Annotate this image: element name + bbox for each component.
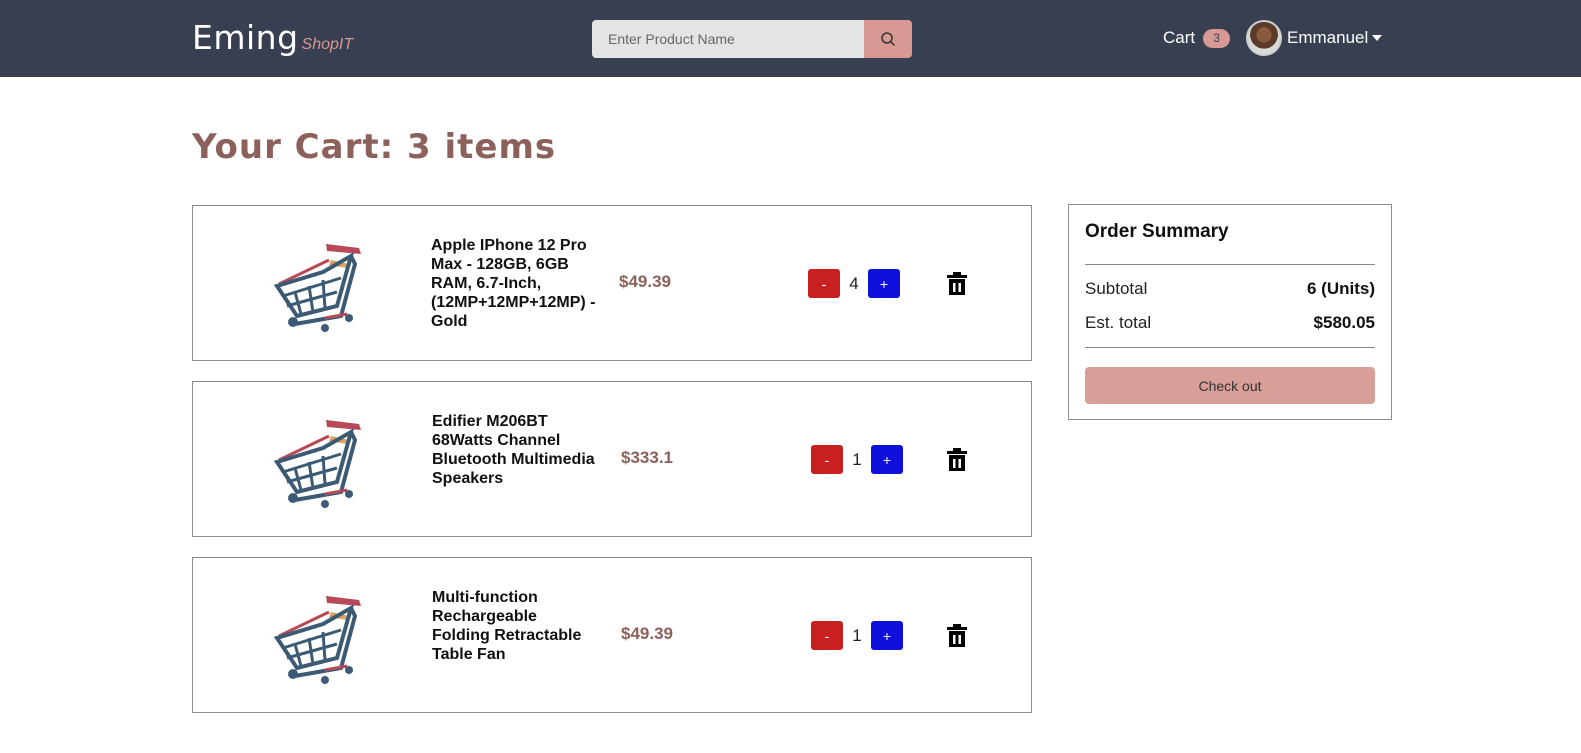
total-label: Est. total <box>1085 313 1152 332</box>
cart-item: Apple IPhone 12 Pro Max - 128GB, 6GB RAM… <box>192 205 1032 361</box>
increase-quantity-button[interactable]: + <box>868 269 900 298</box>
subtotal-value: 6 (Units) <box>1307 279 1375 298</box>
user-name: Emmanuel <box>1287 28 1369 47</box>
search-icon <box>881 32 895 46</box>
shopping-cart-icon <box>273 244 361 332</box>
quantity-stepper: - 1 + <box>811 621 903 650</box>
cart-link[interactable]: Cart 3 <box>1163 28 1231 48</box>
brand-logo[interactable]: Eming ShopIT <box>192 18 353 57</box>
item-name[interactable]: Apple IPhone 12 Pro Max - 128GB, 6GB RAM… <box>431 236 599 331</box>
shopping-cart-icon <box>273 596 361 684</box>
order-summary: Order Summary Subtotal 6 (Units) Est. to… <box>1068 204 1392 420</box>
quantity-value: 1 <box>852 449 862 469</box>
item-price: $333.1 <box>621 448 673 467</box>
cart-count-badge: 3 <box>1203 28 1231 48</box>
caret-down-icon <box>1372 35 1383 41</box>
quantity-stepper: - 1 + <box>811 445 903 474</box>
total-row: Est. total $580.05 <box>1085 313 1375 333</box>
quantity-value: 4 <box>849 273 859 293</box>
increase-quantity-button[interactable]: + <box>871 445 903 474</box>
decrease-quantity-button[interactable]: - <box>811 445 843 474</box>
quantity-stepper: - 4 + <box>808 269 900 298</box>
navbar: Eming ShopIT Cart 3 Emmanuel <box>0 0 1581 77</box>
increase-quantity-button[interactable]: + <box>871 621 903 650</box>
subtotal-row: Subtotal 6 (Units) <box>1085 279 1375 299</box>
cart-item: Multi-function Rechargeable Folding Retr… <box>192 557 1032 713</box>
search-button[interactable] <box>864 20 912 58</box>
brand-tagline: ShopIT <box>301 36 354 53</box>
checkout-button[interactable]: Check out <box>1085 367 1375 404</box>
page-title: Your Cart: 3 items <box>192 127 557 167</box>
decrease-quantity-button[interactable]: - <box>808 269 840 298</box>
quantity-value: 1 <box>852 625 862 645</box>
brand-name: Eming <box>192 18 299 57</box>
trash-icon[interactable] <box>946 272 968 296</box>
divider <box>1085 264 1375 265</box>
item-price: $49.39 <box>619 272 671 291</box>
search-bar <box>592 20 912 58</box>
cart-item: Edifier M206BT 68Watts Channel Bluetooth… <box>192 381 1032 537</box>
item-name[interactable]: Multi-function Rechargeable Folding Retr… <box>432 588 582 664</box>
order-summary-title: Order Summary <box>1085 221 1229 242</box>
shopping-cart-icon <box>273 420 361 508</box>
item-name[interactable]: Edifier M206BT 68Watts Channel Bluetooth… <box>432 412 600 488</box>
trash-icon[interactable] <box>946 624 968 648</box>
decrease-quantity-button[interactable]: - <box>811 621 843 650</box>
item-price: $49.39 <box>621 624 673 643</box>
avatar <box>1246 20 1282 56</box>
trash-icon[interactable] <box>946 448 968 472</box>
search-input[interactable] <box>592 20 864 58</box>
total-value: $580.05 <box>1313 313 1375 332</box>
divider <box>1085 347 1375 348</box>
user-menu[interactable]: Emmanuel <box>1246 20 1383 56</box>
subtotal-label: Subtotal <box>1085 279 1148 298</box>
cart-label: Cart <box>1163 28 1196 47</box>
